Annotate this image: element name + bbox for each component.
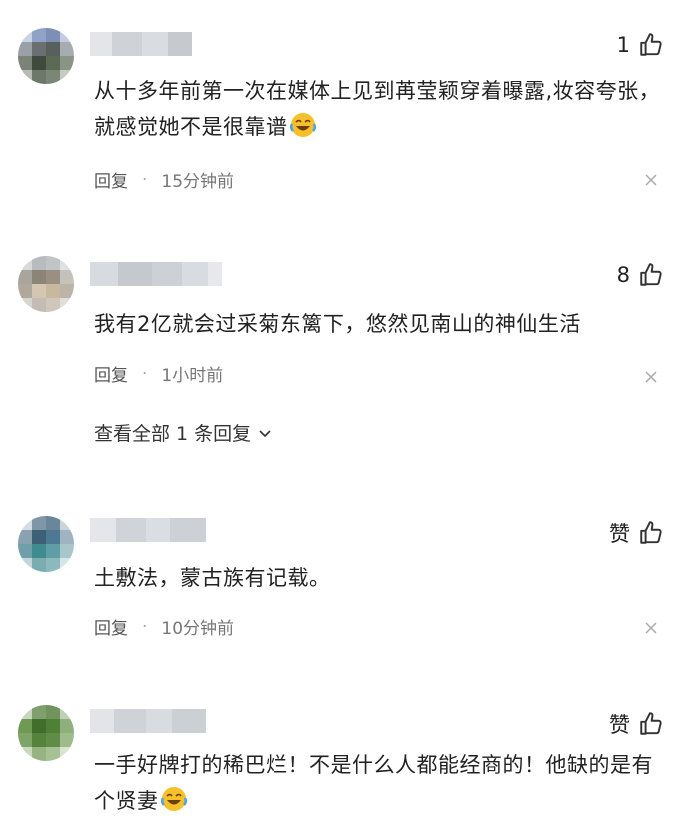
thumbs-up-icon bbox=[640, 521, 662, 544]
username[interactable] bbox=[90, 32, 192, 56]
like-button[interactable]: 1 bbox=[617, 32, 664, 58]
timestamp: 15分钟前 bbox=[161, 172, 235, 192]
comment-3: 赞 土敷法，蒙古族有记载。 回复 · 10分钟前 bbox=[0, 500, 700, 695]
reply-button[interactable]: 回复 bbox=[94, 614, 128, 639]
thumbs-up-icon bbox=[640, 712, 662, 735]
close-icon[interactable] bbox=[644, 370, 658, 384]
like-label: 赞 bbox=[609, 522, 630, 546]
timestamp: 1小时前 bbox=[161, 366, 224, 386]
laughing-crying-emoji-icon bbox=[160, 787, 187, 811]
comment-meta: 回复 · 1小时前 bbox=[94, 361, 224, 387]
timestamp: 10分钟前 bbox=[161, 619, 235, 639]
avatar[interactable] bbox=[18, 705, 74, 761]
reply-button[interactable]: 回复 bbox=[94, 361, 128, 386]
username[interactable] bbox=[90, 262, 222, 286]
comment-text: 土敷法，蒙古族有记载。 bbox=[94, 566, 331, 590]
like-button[interactable]: 8 bbox=[617, 262, 664, 288]
view-replies-label: 查看全部 1 条回复 bbox=[94, 423, 252, 445]
like-button[interactable]: 赞 bbox=[609, 709, 664, 739]
close-icon[interactable] bbox=[644, 621, 658, 635]
close-icon[interactable] bbox=[644, 173, 658, 187]
like-button[interactable]: 赞 bbox=[609, 518, 664, 548]
avatar[interactable] bbox=[18, 516, 74, 572]
thumbs-up-icon bbox=[640, 263, 662, 286]
like-count: 1 bbox=[616, 33, 630, 57]
comment-1: 1 从十多年前第一次在媒体上见到苒莹颖穿着曝露,妆容夸张，就感觉她不是很靠谱 回… bbox=[0, 0, 700, 230]
avatar[interactable] bbox=[18, 28, 74, 84]
separator-dot: · bbox=[142, 169, 148, 190]
username[interactable] bbox=[90, 518, 206, 542]
like-count: 8 bbox=[616, 263, 630, 287]
comment-text: 我有2亿就会过采菊东篱下，悠然见南山的神仙生活 bbox=[94, 312, 581, 336]
avatar[interactable] bbox=[18, 256, 74, 312]
comment-4: 赞 一手好牌打的稀巴烂！不是什么人都能经商的！他缺的是有个贤妻 bbox=[0, 695, 700, 813]
username[interactable] bbox=[90, 709, 206, 733]
comment-text: 从十多年前第一次在媒体上见到苒莹颖穿着曝露,妆容夸张，就感觉她不是很靠谱 bbox=[94, 79, 661, 139]
comment-text: 一手好牌打的稀巴烂！不是什么人都能经商的！他缺的是有个贤妻 bbox=[94, 753, 653, 813]
reply-button[interactable]: 回复 bbox=[94, 167, 128, 192]
laughing-crying-emoji-icon bbox=[289, 113, 316, 137]
view-all-replies-link[interactable]: 查看全部 1 条回复 bbox=[94, 419, 273, 446]
comment-meta: 回复 · 15分钟前 bbox=[94, 167, 235, 193]
separator-dot: · bbox=[142, 616, 148, 637]
thumbs-up-icon bbox=[640, 33, 662, 56]
separator-dot: · bbox=[142, 363, 148, 384]
like-label: 赞 bbox=[609, 713, 630, 737]
comment-2: 8 我有2亿就会过采菊东篱下，悠然见南山的神仙生活 回复 · 1小时前 查看全部… bbox=[0, 230, 700, 500]
chevron-down-icon bbox=[259, 429, 271, 437]
comment-meta: 回复 · 10分钟前 bbox=[94, 614, 235, 640]
